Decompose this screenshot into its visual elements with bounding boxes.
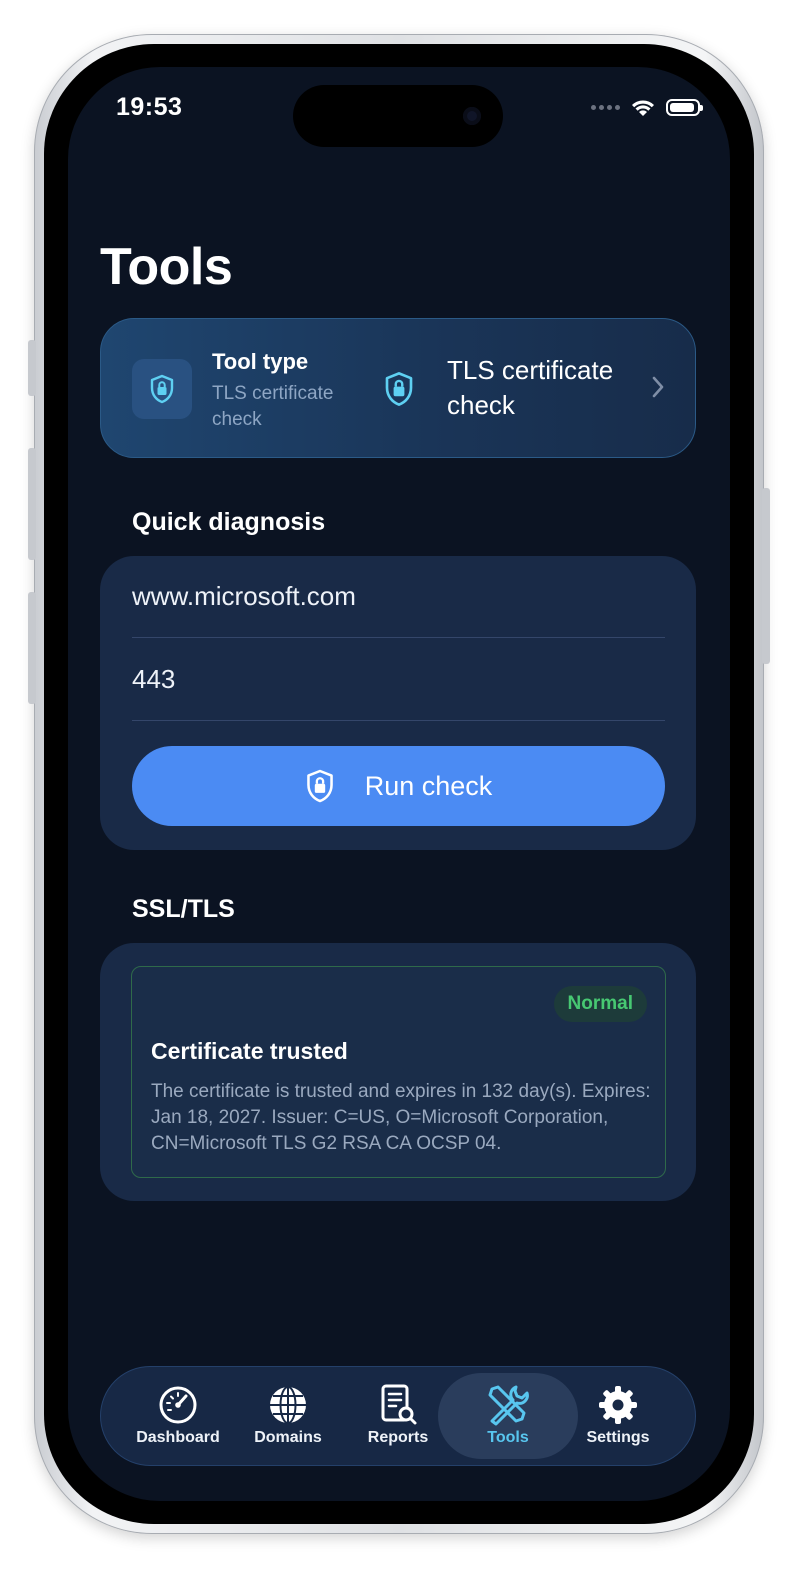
tab-label-domains: Domains xyxy=(254,1429,322,1446)
ssl-tls-heading: SSL/TLS xyxy=(132,895,235,923)
tool-type-subtitle: TLS certificate check xyxy=(212,383,334,430)
certificate-result: Normal Certificate trusted The certifica… xyxy=(131,966,666,1178)
lock-shield-icon xyxy=(150,374,174,404)
tab-tools[interactable]: Tools xyxy=(438,1373,578,1459)
certificate-result-description: The certificate is trusted and expires i… xyxy=(151,1081,651,1154)
run-check-label: Run check xyxy=(364,770,493,801)
action-button xyxy=(28,340,36,396)
battery-icon xyxy=(666,98,703,116)
lock-shield-icon xyxy=(385,372,413,406)
tab-label-dashboard: Dashboard xyxy=(136,1429,220,1446)
tools-icon xyxy=(488,1385,529,1426)
tool-type-selector[interactable]: Tool type TLS certificate check TLS cert… xyxy=(100,318,696,458)
globe-icon xyxy=(270,1386,306,1424)
gauge-icon xyxy=(159,1386,197,1424)
power-button xyxy=(762,488,770,664)
certificate-result-title: Certificate trusted xyxy=(151,1038,348,1064)
lock-shield-icon xyxy=(306,769,333,803)
tab-dashboard[interactable]: Dashboard xyxy=(123,1373,233,1459)
host-field[interactable]: www.microsoft.com xyxy=(132,556,665,638)
tab-label-tools: Tools xyxy=(487,1429,529,1446)
quick-diagnosis-card: www.microsoft.com 443 Run check xyxy=(100,556,696,850)
tool-type-value: TLS certificate check xyxy=(447,355,614,420)
status-icons xyxy=(591,97,703,117)
report-search-icon xyxy=(381,1384,417,1425)
volume-up-button xyxy=(28,448,36,560)
status-badge: Normal xyxy=(553,986,647,1022)
tab-label-reports: Reports xyxy=(367,1429,429,1446)
camera-icon xyxy=(463,107,481,125)
port-input[interactable]: 443 xyxy=(132,664,175,695)
chevron-right-icon xyxy=(652,376,664,398)
cellular-signal-icon xyxy=(591,104,620,110)
host-input[interactable]: www.microsoft.com xyxy=(132,581,356,612)
wifi-icon xyxy=(632,100,654,116)
tab-settings[interactable]: Settings xyxy=(563,1373,673,1459)
page-title: Tools xyxy=(100,238,233,296)
tab-label-settings: Settings xyxy=(586,1429,650,1446)
run-check-button[interactable]: Run check xyxy=(132,746,665,826)
volume-down-button xyxy=(28,592,36,704)
tool-type-icon-box xyxy=(132,359,192,419)
tab-reports[interactable]: Reports xyxy=(343,1373,453,1459)
dynamic-island xyxy=(293,85,503,147)
screen: 19:53 Tools Tool type TLS certificate ch… xyxy=(68,67,730,1501)
gear-icon xyxy=(599,1386,637,1424)
tab-bar: Dashboard Domains Reports Tools Settings xyxy=(100,1366,696,1466)
tool-type-label: Tool type xyxy=(212,349,309,374)
tab-domains[interactable]: Domains xyxy=(233,1373,343,1459)
port-field[interactable]: 443 xyxy=(132,639,665,721)
status-time: 19:53 xyxy=(116,93,183,121)
quick-diagnosis-heading: Quick diagnosis xyxy=(132,508,326,536)
ssl-tls-card: Normal Certificate trusted The certifica… xyxy=(100,943,696,1201)
